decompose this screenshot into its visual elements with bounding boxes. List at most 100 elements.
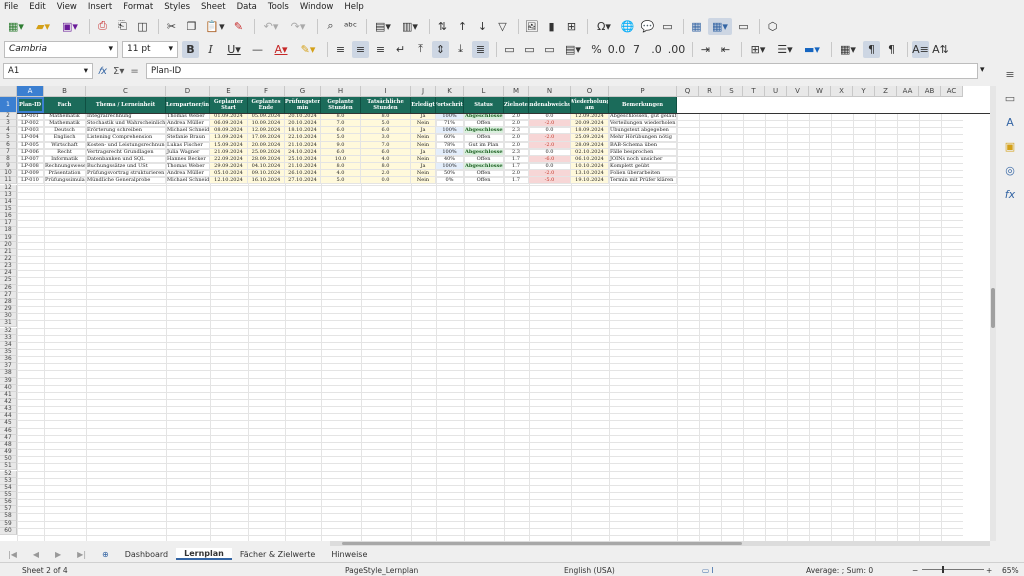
data-cell[interactable]: 2.0: [504, 134, 529, 142]
data-cell[interactable]: Abgeschlossen: [464, 113, 504, 121]
data-cell[interactable]: Nein: [411, 155, 436, 164]
data-cell[interactable]: 6.0: [321, 148, 361, 156]
column-header[interactable]: J: [411, 86, 436, 97]
data-cell[interactable]: 16.10.2024: [248, 177, 285, 185]
data-cell[interactable]: Thomas Weber: [166, 113, 210, 121]
header-cell[interactable]: Wiederholung am: [571, 97, 609, 113]
data-cell[interactable]: 27.10.2024: [285, 177, 321, 185]
language[interactable]: English (USA): [564, 566, 615, 575]
zoom-slider[interactable]: [922, 569, 984, 570]
menu-view[interactable]: View: [57, 2, 77, 12]
data-cell[interactable]: 18.09.2024: [571, 127, 609, 135]
justify-icon[interactable]: ≣: [472, 40, 489, 58]
highlight-color-icon[interactable]: ✎▾: [296, 41, 320, 58]
zoom-slider-handle[interactable]: [942, 566, 944, 573]
redo-icon[interactable]: ↷▾: [286, 18, 310, 35]
decrease-indent-icon[interactable]: ⇤: [717, 41, 734, 58]
data-cell[interactable]: Termin mit Prüfer klären: [609, 177, 677, 185]
data-cell[interactable]: 0.0: [529, 148, 571, 156]
data-cell[interactable]: Rechnungswesen: [44, 163, 86, 171]
data-cell[interactable]: 2.0: [504, 170, 529, 178]
number-format-icon[interactable]: ▤▾: [561, 41, 585, 58]
row-header[interactable]: 16: [0, 213, 17, 221]
align-center-icon[interactable]: ≡: [352, 40, 369, 58]
row-header[interactable]: 12: [0, 184, 17, 192]
data-cell[interactable]: 8.0: [361, 163, 411, 171]
data-cell[interactable]: 7.0: [321, 120, 361, 128]
data-cell[interactable]: LP-010: [17, 177, 44, 185]
header-cell[interactable]: Lernpartner/in: [166, 97, 210, 113]
data-cell[interactable]: Folien überarbeiten: [609, 170, 677, 178]
percent-format-icon[interactable]: %: [588, 41, 605, 58]
number-format-decimal-icon[interactable]: 0.0: [608, 41, 626, 58]
selection-summary[interactable]: Average: ; Sum: 0: [806, 566, 873, 575]
data-cell[interactable]: 13.09.2024: [210, 134, 248, 142]
column-header[interactable]: AB: [919, 86, 941, 97]
headers-footers-icon[interactable]: ▭: [659, 18, 676, 35]
column-header[interactable]: L: [464, 86, 504, 97]
sheet-tab-lernplan[interactable]: Lernplan: [176, 548, 232, 560]
gallery-icon[interactable]: ▣: [1002, 140, 1018, 156]
row-header[interactable]: 21: [0, 248, 17, 256]
data-cell[interactable]: 25.10.2024: [285, 155, 321, 164]
data-cell[interactable]: 71%: [436, 120, 464, 128]
data-cell[interactable]: 6.0: [361, 148, 411, 156]
function-wizard-icon[interactable]: 𝑓x: [98, 66, 107, 77]
data-cell[interactable]: 60%: [436, 134, 464, 142]
data-cell[interactable]: Offen: [464, 120, 504, 128]
data-cell[interactable]: Mathematik: [44, 120, 86, 128]
undo-icon[interactable]: ↶▾: [259, 18, 283, 35]
data-cell[interactable]: Prüfungssimulation: [44, 177, 86, 185]
header-cell[interactable]: Zielnote: [504, 97, 529, 113]
add-sheet-icon[interactable]: ⊕: [94, 548, 117, 560]
row-header[interactable]: 13: [0, 191, 17, 199]
previous-sheet-icon[interactable]: ◀: [25, 548, 47, 560]
header-cell[interactable]: Bemerkungen: [609, 97, 677, 113]
column-header[interactable]: B: [44, 86, 86, 97]
menu-tools[interactable]: Tools: [268, 2, 289, 12]
data-cell[interactable]: Thomas Weber: [166, 163, 210, 171]
data-cell[interactable]: LP-001: [17, 113, 44, 121]
row-header[interactable]: 46: [0, 427, 17, 435]
data-cell[interactable]: 1.7: [504, 177, 529, 185]
data-cell[interactable]: Michael Schneider: [166, 177, 210, 185]
data-cell[interactable]: Verteilungen wiederholen: [609, 120, 677, 128]
data-cell[interactable]: Ja: [411, 127, 436, 135]
data-cell[interactable]: 24.10.2024: [285, 148, 321, 156]
borders-icon[interactable]: ⊞▾: [746, 41, 770, 58]
data-cell[interactable]: 7.0: [361, 141, 411, 149]
data-cell[interactable]: Hannes Becker: [166, 155, 210, 164]
split-window-icon[interactable]: ▭: [735, 18, 752, 35]
select-all-corner[interactable]: [0, 86, 17, 97]
data-cell[interactable]: 0.0: [529, 163, 571, 171]
data-cell[interactable]: 29.09.2024: [210, 163, 248, 171]
row-header[interactable]: 45: [0, 420, 17, 428]
data-cell[interactable]: Ja: [411, 163, 436, 171]
header-cell[interactable]: Prüfungster min: [285, 97, 321, 113]
data-cell[interactable]: Nein: [411, 177, 436, 185]
functions-icon[interactable]: fx: [1002, 188, 1018, 204]
row-header[interactable]: 28: [0, 298, 17, 307]
show-draw-functions-icon[interactable]: ⬡: [764, 18, 781, 35]
zoom-out-icon[interactable]: −: [912, 566, 918, 575]
column-header[interactable]: R: [699, 86, 721, 97]
properties-icon[interactable]: ▭: [1002, 92, 1018, 108]
menu-window[interactable]: Window: [300, 2, 334, 12]
data-cell[interactable]: LP-007: [17, 155, 44, 164]
data-cell[interactable]: Gut im Plan: [464, 141, 504, 149]
row-header[interactable]: 22: [0, 256, 17, 264]
data-cell[interactable]: 8.0: [321, 163, 361, 171]
data-cell[interactable]: BAB-Schema üben: [609, 141, 677, 149]
row-header[interactable]: 50: [0, 456, 17, 464]
hyperlink-icon[interactable]: 🌐: [619, 18, 636, 35]
data-cell[interactable]: LP-009: [17, 170, 44, 178]
data-cell[interactable]: 2.3: [504, 127, 529, 135]
data-cell[interactable]: 25.09.2024: [248, 148, 285, 156]
header-cell[interactable]: Status: [464, 97, 504, 113]
data-cell[interactable]: -2.0: [529, 170, 571, 178]
column-header[interactable]: A: [17, 86, 44, 97]
name-box[interactable]: A1 ▾: [3, 63, 93, 79]
data-cell[interactable]: 10.10.2024: [571, 163, 609, 171]
data-cell[interactable]: -2.0: [529, 141, 571, 149]
row-icon[interactable]: ▤▾: [371, 18, 395, 35]
